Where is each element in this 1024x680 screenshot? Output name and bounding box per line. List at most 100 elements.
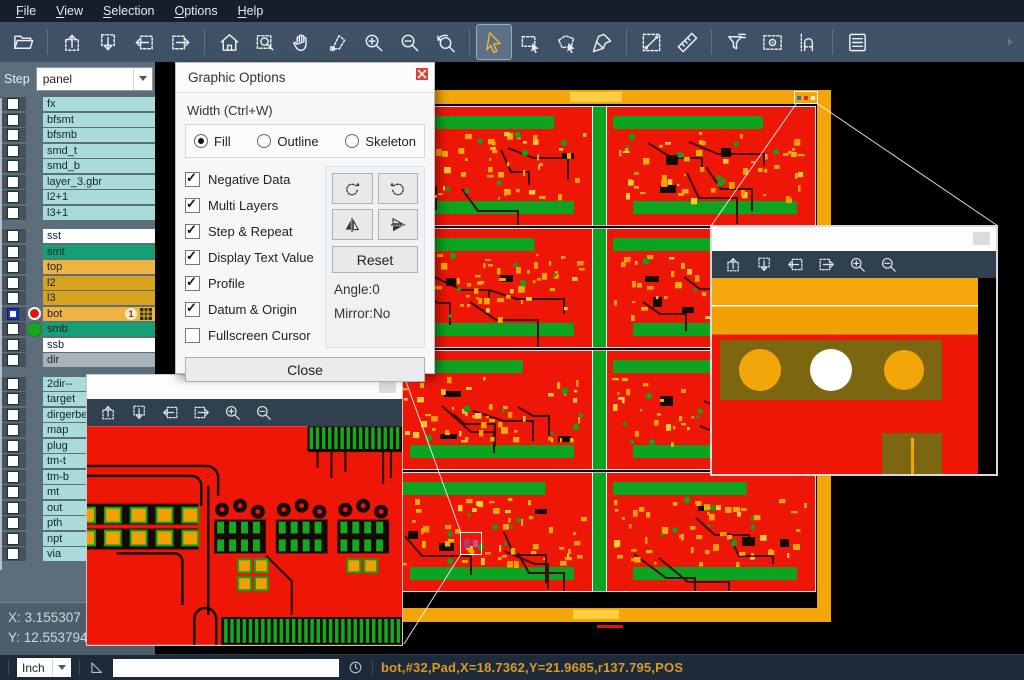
layer-name[interactable]: smt [43,245,155,259]
scroll-right-button[interactable] [163,25,197,59]
layer-checkbox[interactable] [7,440,19,452]
checkbox-display-text-value[interactable]: Display Text Value [185,244,325,270]
layer-checkbox[interactable] [7,98,19,110]
layer-name[interactable]: top [43,260,155,274]
layer-name[interactable]: l2+1 [43,190,155,204]
menu-help[interactable]: Help [228,2,274,20]
layer-checkbox[interactable] [7,486,19,498]
pan-up-button[interactable] [96,401,120,425]
scroll-down-button[interactable] [91,25,125,59]
layer-row-sst[interactable]: sst [0,229,155,243]
pan-down-button[interactable] [127,401,151,425]
scroll-up-button[interactable] [55,25,89,59]
highlight-view-button[interactable] [755,25,789,59]
layer-row-smd_t[interactable]: smd_t [0,144,155,158]
layer-row-layer_3.gbr[interactable]: layer_3.gbr [0,175,155,189]
flip-horizontal-button[interactable] [332,209,373,240]
flip-vertical-button[interactable] [378,209,419,240]
pan-down-button[interactable] [752,253,776,277]
zoom-source-box-bottom[interactable] [460,532,482,555]
layer-name[interactable]: layer_3.gbr [43,175,155,189]
layer-row-bfsmb[interactable]: bfsmb [0,128,155,142]
history-clock-icon[interactable] [347,659,364,676]
magnifier-window-right[interactable] [710,225,998,476]
layer-row-fx[interactable]: fx [0,97,155,111]
zoom-in-button[interactable] [220,401,244,425]
layer-checkbox[interactable] [7,230,19,242]
select-cursor-button[interactable] [477,25,511,59]
layer-name[interactable]: l2 [43,276,155,290]
layer-name[interactable]: bot1 [43,307,155,321]
layer-row-ssb[interactable]: ssb [0,338,155,352]
layer-row-top[interactable]: top [0,260,155,274]
zoom-out-button[interactable] [251,401,275,425]
pan-left-button[interactable] [158,401,182,425]
layer-name[interactable]: smd_b [43,159,155,173]
layer-row-l3[interactable]: l3 [0,291,155,305]
snap-button[interactable] [791,25,825,59]
checkbox-datum-origin[interactable]: Datum & Origin [185,296,325,322]
layer-row-l2+1[interactable]: l2+1 [0,190,155,204]
rotate-cw-button[interactable] [332,173,373,204]
layer-row-smb[interactable]: smb [0,322,155,336]
layer-name[interactable]: sst [43,229,155,243]
layer-checkbox[interactable] [7,277,19,289]
pan-up-button[interactable] [721,253,745,277]
layer-checkbox[interactable] [7,207,19,219]
layer-row-bot[interactable]: bot1 [0,307,155,321]
checkbox-multi-layers[interactable]: Multi Layers [185,192,325,218]
layer-checkbox[interactable] [7,292,19,304]
layer-checkbox[interactable] [7,114,19,126]
layer-checkbox[interactable] [7,393,19,405]
layer-checkbox[interactable] [7,145,19,157]
menu-selection[interactable]: Selection [93,2,164,20]
layer-name[interactable]: l3+1 [43,206,155,220]
clean-button[interactable] [585,25,619,59]
radio-fill[interactable]: Fill [194,134,231,149]
layer-checkbox[interactable] [7,129,19,141]
unit-select[interactable]: Inch [17,658,71,677]
pan-left-button[interactable] [783,253,807,277]
magnifier-right-titlebar[interactable] [712,227,996,251]
magnifier-window-left[interactable] [86,374,403,646]
layer-checkbox[interactable] [7,409,19,421]
layer-checkbox[interactable] [7,246,19,258]
zoom-out-button[interactable] [392,25,426,59]
zoom-out-button[interactable] [876,253,900,277]
checkbox-step-repeat[interactable]: Step & Repeat [185,218,325,244]
layer-row-l3+1[interactable]: l3+1 [0,206,155,220]
zoom-polygon-button[interactable] [320,25,354,59]
checkbox-fullscreen-cursor[interactable]: Fullscreen Cursor [185,322,325,348]
layer-checkbox[interactable] [7,548,19,560]
layer-checkbox[interactable] [7,176,19,188]
command-input[interactable] [113,659,339,677]
select-polygon-button[interactable] [549,25,583,59]
layer-name[interactable]: ssb [43,338,155,352]
layer-checkbox[interactable] [7,261,19,273]
layer-row-smd_b[interactable]: smd_b [0,159,155,173]
layer-name[interactable]: smd_t [43,144,155,158]
pcb-canvas[interactable]: Graphic Options Width (Ctrl+W) FillOutli… [155,62,1024,654]
radio-outline[interactable]: Outline [257,134,318,149]
open-file-button[interactable] [6,25,40,59]
layer-name[interactable]: dir [43,353,155,367]
layer-name[interactable]: bfsmb [43,128,155,142]
corner-measure-icon[interactable] [88,659,105,676]
select-rectangle-button[interactable] [513,25,547,59]
pan-right-button[interactable] [814,253,838,277]
window-control-button[interactable] [973,232,990,245]
menu-options[interactable]: Options [164,2,227,20]
layer-checkbox[interactable] [7,471,19,483]
rotate-ccw-button[interactable] [378,173,419,204]
layer-row-bfsmt[interactable]: bfsmt [0,113,155,127]
pan-right-button[interactable] [189,401,213,425]
layer-checkbox[interactable] [7,160,19,172]
layer-checkbox[interactable] [7,424,19,436]
zoom-in-button[interactable] [845,253,869,277]
layer-row-l2[interactable]: l2 [0,276,155,290]
dialog-close-icon[interactable] [416,68,428,80]
radio-skeleton[interactable]: Skeleton [345,134,416,149]
zoom-in-button[interactable] [356,25,390,59]
report-button[interactable] [840,25,874,59]
layer-checkbox[interactable] [7,308,19,320]
